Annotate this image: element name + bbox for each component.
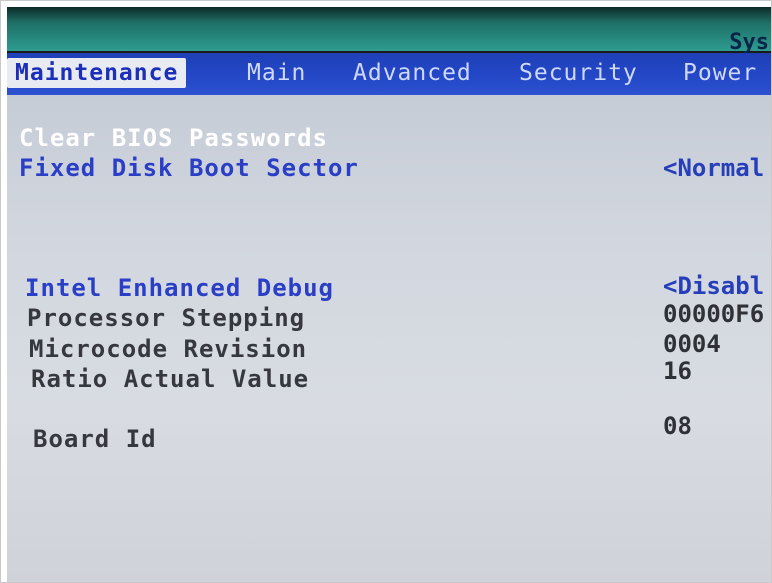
processor-stepping-label: Processor Stepping	[27, 304, 306, 332]
intel-enhanced-debug-value[interactable]: <Disabl	[663, 272, 764, 300]
clear-bios-passwords-item[interactable]: Clear BIOS Passwords	[19, 124, 328, 152]
board-id-label: Board Id	[33, 425, 157, 453]
fixed-disk-boot-sector-value[interactable]: <Normal	[663, 154, 764, 182]
ratio-actual-value-label: Ratio Actual Value	[31, 365, 310, 393]
ratio-actual-value-value: 16	[663, 357, 692, 385]
screen-photo-frame: Sys Maintenance Main Advanced Security P…	[0, 0, 772, 583]
tab-main[interactable]: Main	[247, 58, 306, 88]
fixed-disk-boot-sector-item[interactable]: Fixed Disk Boot Sector	[19, 154, 359, 182]
microcode-revision-label: Microcode Revision	[29, 335, 308, 363]
tab-security[interactable]: Security	[519, 58, 638, 88]
board-id-value: 08	[663, 412, 692, 440]
bios-menu-bar: Maintenance Main Advanced Security Power	[7, 53, 771, 95]
tab-advanced[interactable]: Advanced	[353, 58, 472, 88]
tab-maintenance[interactable]: Maintenance	[7, 58, 187, 88]
intel-enhanced-debug-item[interactable]: Intel Enhanced Debug	[25, 274, 334, 302]
system-title-text: Sys	[729, 30, 769, 55]
tab-power[interactable]: Power	[683, 58, 757, 88]
processor-stepping-value: 00000F6	[663, 300, 765, 328]
bios-screen: Sys Maintenance Main Advanced Security P…	[7, 7, 771, 582]
bios-title-bar: Sys	[7, 7, 771, 55]
settings-panel: Clear BIOS Passwords Fixed Disk Boot Sec…	[7, 95, 771, 582]
microcode-revision-value: 0004	[663, 330, 721, 358]
